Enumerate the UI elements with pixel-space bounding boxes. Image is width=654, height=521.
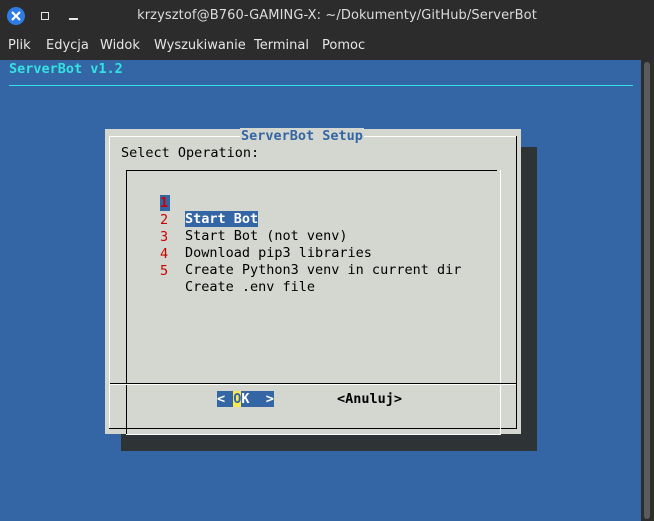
list-item[interactable]: 3 Download pip3 libraries [160, 213, 372, 261]
menu-box-border [126, 434, 501, 435]
menu-box-border [126, 170, 127, 435]
menu-box-border [126, 170, 497, 171]
item-label: Create .env file [185, 279, 316, 295]
dialog-border [109, 136, 110, 429]
list-item[interactable]: 4 Create Python3 venv in current dir [160, 230, 461, 278]
list-item[interactable]: 5 Create .env file [160, 247, 315, 295]
dialog-border [516, 136, 517, 429]
cancel-button[interactable]: <Anuluj> [337, 391, 402, 407]
menu-widok[interactable]: Widok [100, 38, 140, 53]
menubar: Plik Edycja Widok Wyszukiwanie Terminal … [0, 33, 654, 61]
dialog-border [109, 428, 517, 429]
ok-button-rest: K > [241, 391, 274, 407]
menu-pomoc[interactable]: Pomoc [322, 38, 365, 53]
dialog-title: ServerBot Setup [240, 128, 364, 144]
menu-terminal[interactable]: Terminal [254, 38, 309, 53]
backtitle: ServerBot v1.2 [9, 61, 123, 77]
window-titlebar: krzysztof@B760-GAMING-X: ~/Dokumenty/Git… [0, 0, 654, 33]
button-separator [110, 384, 516, 385]
terminal-area[interactable]: ServerBot v1.2 ServerBot Setup Select Op… [0, 60, 641, 521]
backtitle-divider [9, 85, 633, 86]
ok-button[interactable]: < OK > [217, 391, 274, 407]
setup-dialog: ServerBot Setup Select Operation: 1 Star… [105, 128, 521, 435]
item-tag: 5 [160, 263, 169, 279]
menu-plik[interactable]: Plik [8, 38, 31, 53]
scrollbar-thumb[interactable] [644, 62, 650, 519]
list-item[interactable]: 2 Start Bot (not venv) [160, 196, 348, 244]
menu-wyszukiwanie[interactable]: Wyszukiwanie [154, 38, 246, 53]
list-item[interactable]: 1 Start Bot [160, 179, 259, 227]
window-title: krzysztof@B760-GAMING-X: ~/Dokumenty/Git… [137, 8, 537, 23]
dialog-prompt: Select Operation: [121, 145, 260, 161]
menu-edycja[interactable]: Edycja [46, 38, 89, 53]
menu-box-border [500, 170, 501, 435]
terminal-scrollbar[interactable] [641, 60, 654, 521]
item-label: Create Python3 venv in current dir [185, 262, 462, 278]
ok-button-left: < [217, 391, 234, 407]
